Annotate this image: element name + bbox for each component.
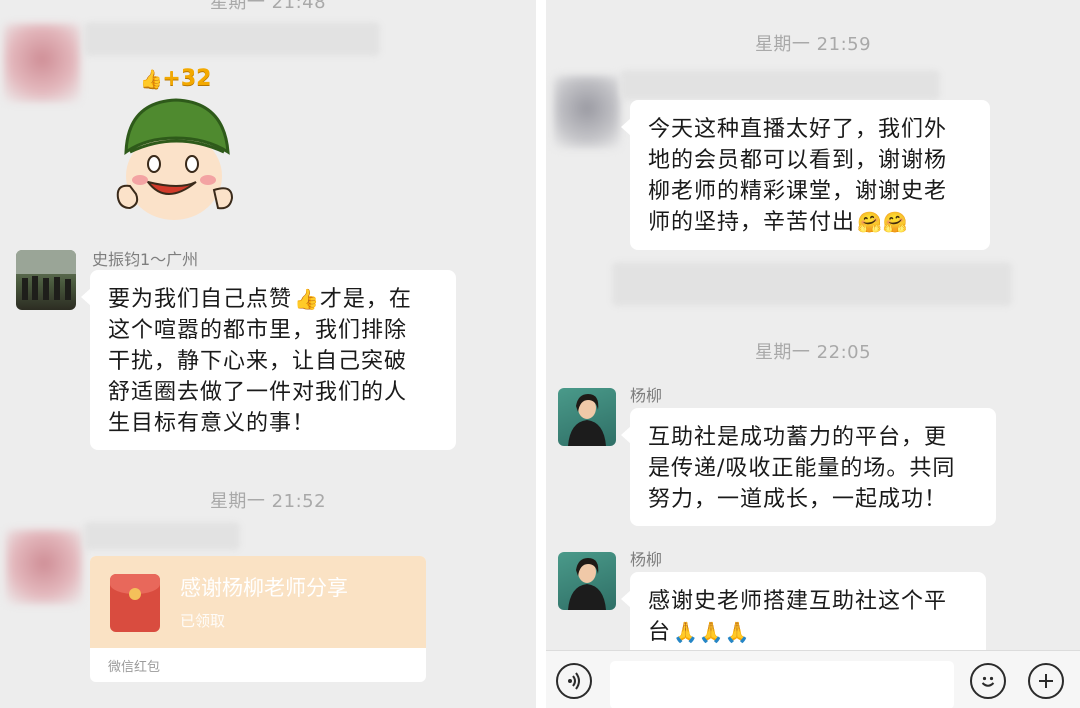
blurred-name (84, 22, 380, 56)
sender-name: 杨柳 (630, 386, 663, 405)
message-bubble-shi[interactable]: 要为我们自己点赞 👍才是，在 这个喧嚣的都市里，我们排除 干扰，静下心来，让自己突… (81, 270, 456, 450)
thumbs-up-icon: 👍 (294, 287, 320, 311)
sender-name: 史振钧1～广州 (92, 250, 199, 269)
voice-icon[interactable] (556, 663, 592, 699)
message-bubble-member[interactable]: 今天这种直播太好了，我们外 地的会员都可以看到，谢谢杨 柳老师的精彩课堂，谢谢史… (621, 100, 990, 250)
blurred-name (620, 70, 940, 100)
chat-input-bar (546, 650, 1080, 708)
avatar-shi[interactable] (16, 250, 76, 310)
sticker-message[interactable]: 👍+32 (110, 64, 240, 224)
red-packet-status: 已领取 (180, 612, 226, 630)
blurred-name (84, 522, 240, 550)
plus-icon[interactable] (1028, 663, 1064, 699)
sticker-plus-text: 👍+32 (140, 66, 212, 91)
red-packet-body: 感谢杨柳老师分享 已领取 (90, 556, 426, 648)
timestamp: 星期一 21:59 (754, 34, 872, 55)
avatar-yangliu[interactable] (558, 552, 616, 610)
red-packet-icon (110, 574, 160, 632)
group-photo-icon (16, 250, 76, 300)
message-bubble-yangliu[interactable]: 互助社是成功蓄力的平台，更 是传递/吸收正能量的场。共同 努力，一道成长，一起成… (621, 408, 996, 526)
red-packet-footer: 微信红包 (108, 660, 161, 675)
timestamp: 星期一 21:48 (209, 0, 327, 13)
hug-emoji-icon: 🤗🤗 (857, 210, 909, 234)
pray-emoji-icon: 🙏🙏🙏 (673, 620, 751, 644)
cartoon-soldier-icon (116, 98, 234, 220)
avatar-blurred[interactable] (554, 76, 620, 148)
avatar-yangliu[interactable] (558, 388, 616, 446)
sender-name: 杨柳 (630, 550, 663, 569)
right-chat-panel: 星期一 21:59 今天这种直播太好了，我们外 地的会员都可以看到，谢谢杨 柳老… (546, 0, 1080, 708)
avatar-blurred[interactable] (6, 530, 82, 604)
avatar-blurred[interactable] (4, 24, 80, 102)
timestamp: 星期一 22:05 (754, 342, 872, 363)
blurred-message (612, 262, 1012, 306)
left-chat-panel: 星期一 21:48 👍+32 史振钧1～广州 要为我们自己点赞� (0, 0, 536, 708)
red-packet-title: 感谢杨柳老师分享 (180, 576, 348, 600)
timestamp: 星期一 21:52 (209, 491, 327, 512)
message-input[interactable] (610, 661, 954, 708)
emoji-icon[interactable] (970, 663, 1006, 699)
message-text: 要为我们自己点赞 (108, 287, 293, 312)
message-bubble-yangliu[interactable]: 感谢史老师搭建互助社这个平 台 🙏🙏🙏 (621, 572, 986, 662)
person-portrait-icon (568, 394, 606, 446)
person-portrait-icon (568, 558, 606, 610)
red-packet-message[interactable]: 感谢杨柳老师分享 已领取 微信红包 (90, 556, 426, 682)
